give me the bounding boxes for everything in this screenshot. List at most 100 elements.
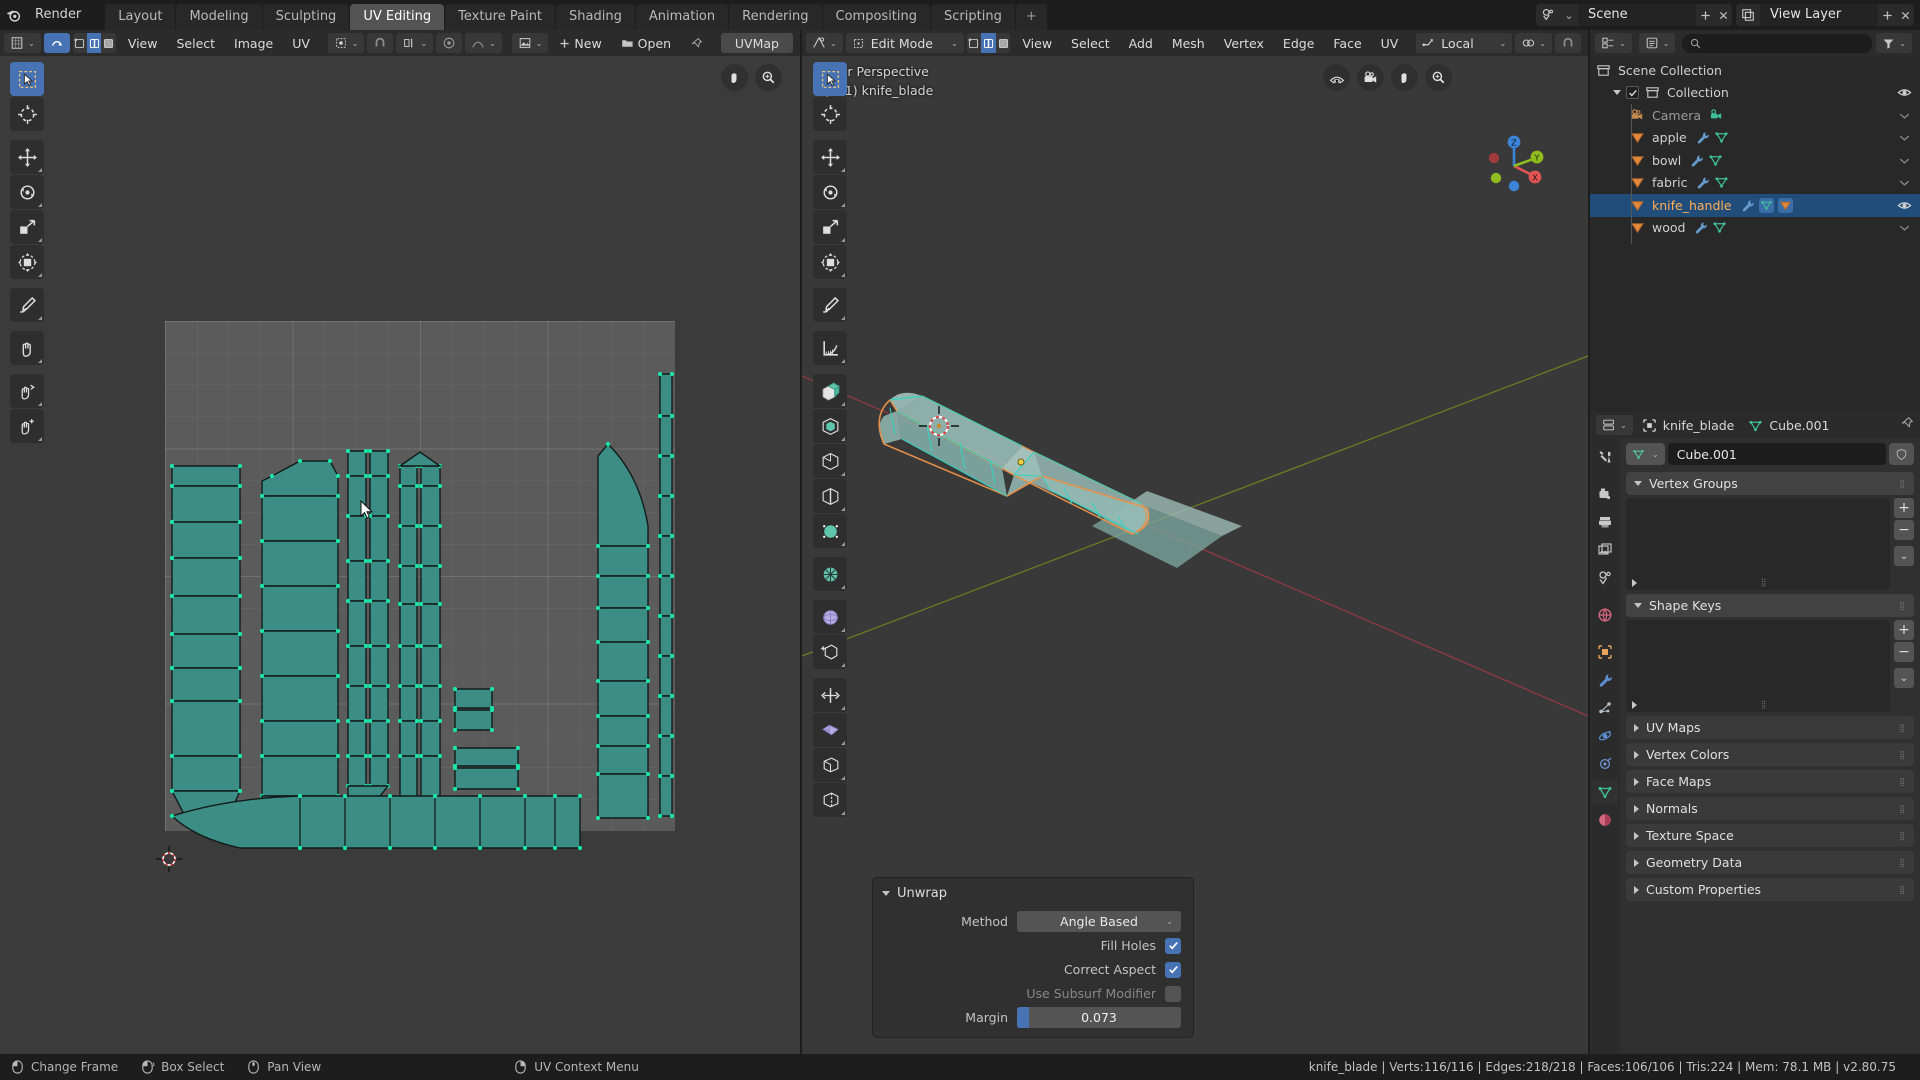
pinch-uv-tool[interactable] <box>10 409 44 443</box>
uv-snap-magnet-icon[interactable] <box>367 33 394 53</box>
method-dropdown[interactable]: Angle Based ⌄ <box>1017 911 1181 932</box>
uv-proportional-edit-icon[interactable] <box>436 33 463 53</box>
outliner-row-fabric[interactable]: fabric <box>1590 172 1920 195</box>
uv-menu-select[interactable]: Select <box>168 33 223 53</box>
list-resize-grip[interactable]: ⣿ <box>1761 700 1768 709</box>
viewport-camera-icon[interactable] <box>1357 64 1384 91</box>
uv-open-image-button[interactable]: Open <box>613 33 679 53</box>
uv-new-image-button[interactable]: New <box>551 33 609 53</box>
list-menu-button[interactable]: ⌄ <box>1894 546 1914 566</box>
margin-slider[interactable]: 0.073 <box>1017 1007 1181 1028</box>
workspace-tab-scripting[interactable]: Scripting <box>931 4 1015 30</box>
viewport-menu-add[interactable]: Add <box>1121 33 1161 53</box>
tweak-tool[interactable] <box>813 62 847 96</box>
outliner-row-collection[interactable]: Collection <box>1590 82 1920 105</box>
uv-image-browse-button[interactable]: ⌄ <box>511 33 549 53</box>
workspace-tab-uv-editing[interactable]: UV Editing <box>350 4 445 30</box>
grab-uv-tool[interactable] <box>10 331 44 365</box>
row-chevron[interactable] <box>1897 104 1912 127</box>
properties-tab-view-layer-tab[interactable] <box>1592 537 1618 563</box>
mesh-vertex-select-icon[interactable] <box>967 33 982 53</box>
edge-slide-tool[interactable] <box>813 678 847 712</box>
panel-vertex-colors[interactable]: Vertex Colors ⣿ <box>1626 743 1914 766</box>
viewport-menu-face[interactable]: Face <box>1325 33 1369 53</box>
transform-orientation-selector[interactable]: Local ⌄ <box>1416 33 1513 53</box>
datablock-browse-button[interactable]: ⌄ <box>1626 443 1665 465</box>
viewport-menu-vertex[interactable]: Vertex <box>1216 33 1272 53</box>
outliner-filter-icon[interactable]: ⌄ <box>1876 33 1912 53</box>
panel-vertex-groups[interactable]: Vertex Groups ⣿ <box>1626 472 1914 495</box>
row-chevron[interactable] <box>1897 172 1912 195</box>
rotate-tool[interactable] <box>813 175 847 209</box>
list-add-button[interactable]: + <box>1894 620 1914 640</box>
navigation-gizmo[interactable]: Z Y X <box>1476 128 1552 204</box>
annotate-tool[interactable] <box>813 288 847 322</box>
properties-tab-particles-tab[interactable] <box>1592 695 1618 721</box>
editor-type-button[interactable]: ⌄ <box>4 33 41 53</box>
spin-tool[interactable] <box>813 600 847 634</box>
properties-editor-type-button[interactable]: ⌄ <box>1596 415 1633 435</box>
workspace-tab-layout[interactable]: Layout <box>105 4 176 30</box>
uv-falloff-curve-icon[interactable]: ⌄ <box>465 33 502 53</box>
workspace-tab-rendering[interactable]: Rendering <box>729 4 822 30</box>
cursor-tool[interactable] <box>813 97 847 131</box>
outliner-search-input[interactable] <box>1682 33 1873 53</box>
row-chevron[interactable] <box>1897 217 1912 240</box>
workspace-tab-sculpting[interactable]: Sculpting <box>262 4 350 30</box>
workspace-tab-shading[interactable]: Shading <box>556 4 635 30</box>
outliner-row-apple[interactable]: apple <box>1590 127 1920 150</box>
fake-user-shield-icon[interactable] <box>1889 443 1914 465</box>
outliner-row-bowl[interactable]: bowl <box>1590 149 1920 172</box>
properties-tab-data-tab[interactable] <box>1592 779 1618 805</box>
outliner-row-wood[interactable]: wood <box>1590 217 1920 240</box>
scale-tool[interactable] <box>813 210 847 244</box>
outliner-row-knife_handle[interactable]: knife_handle <box>1590 194 1920 217</box>
unlink-scene-button[interactable] <box>1714 4 1732 26</box>
properties-tab-world-tab[interactable] <box>1592 602 1618 628</box>
list-add-button[interactable]: + <box>1894 498 1914 518</box>
panel-shape-keys[interactable]: Shape Keys ⣿ <box>1626 594 1914 617</box>
relax-uv-tool[interactable] <box>10 374 44 408</box>
extrude-region-tool[interactable] <box>813 374 847 408</box>
uv-select-mode-group[interactable] <box>72 33 116 53</box>
transform-tool[interactable] <box>813 245 847 279</box>
mesh-edge-select-icon[interactable] <box>981 33 996 53</box>
workspace-tab-texture-paint[interactable]: Texture Paint <box>445 4 556 30</box>
list-area[interactable]: ⣿ <box>1626 620 1890 712</box>
scene-selector[interactable]: ⌄ Scene <box>1536 4 1732 26</box>
correct-aspect-checkbox[interactable] <box>1165 961 1181 978</box>
properties-tab-scene-tab[interactable] <box>1592 565 1618 591</box>
view-layer-selector[interactable]: View Layer <box>1736 4 1914 26</box>
list-area[interactable]: ⣿ <box>1626 498 1890 590</box>
move-tool[interactable] <box>813 140 847 174</box>
measure-tool[interactable] <box>813 331 847 365</box>
viewport-pivot-button[interactable]: ⌄ <box>1515 33 1552 53</box>
new-scene-button[interactable] <box>1696 4 1714 26</box>
properties-pin-icon[interactable] <box>1900 416 1914 434</box>
row-chevron[interactable] <box>1897 127 1912 150</box>
outliner-row-camera[interactable]: Camera <box>1590 104 1920 127</box>
annotate-tool[interactable] <box>10 288 44 322</box>
list-expand-icon[interactable] <box>1632 700 1637 709</box>
viewport-hand-pan-icon[interactable] <box>1391 64 1418 91</box>
list-remove-button[interactable]: − <box>1894 520 1914 540</box>
rip-region-tool[interactable] <box>813 783 847 817</box>
panel-uv-maps[interactable]: UV Maps ⣿ <box>1626 716 1914 739</box>
panel-texture-space[interactable]: Texture Space ⣿ <box>1626 824 1914 847</box>
fill-holes-checkbox[interactable] <box>1165 937 1181 954</box>
mesh-face-select-icon[interactable] <box>996 33 1011 53</box>
viewport-menu-uv[interactable]: UV <box>1373 33 1407 53</box>
loop-cut-tool[interactable] <box>813 479 847 513</box>
workspace-tab-compositing[interactable]: Compositing <box>822 4 931 30</box>
panel-custom-properties[interactable]: Custom Properties ⣿ <box>1626 878 1914 901</box>
uv-hand-pan-icon[interactable] <box>721 64 748 91</box>
collection-checkbox[interactable] <box>1626 86 1639 100</box>
row-chevron[interactable] <box>1897 149 1912 172</box>
panel-geometry-data[interactable]: Geometry Data ⣿ <box>1626 851 1914 874</box>
properties-tab-constraints-tab[interactable] <box>1592 751 1618 777</box>
uv-pivot-point-button[interactable]: ⌄ <box>327 33 365 53</box>
expand-triangle-icon[interactable] <box>1613 90 1621 96</box>
menu-render[interactable]: Render <box>26 4 95 26</box>
outliner-display-mode-button[interactable]: ⌄ <box>1638 33 1676 53</box>
uv-sync-selection-toggle[interactable] <box>43 33 70 53</box>
